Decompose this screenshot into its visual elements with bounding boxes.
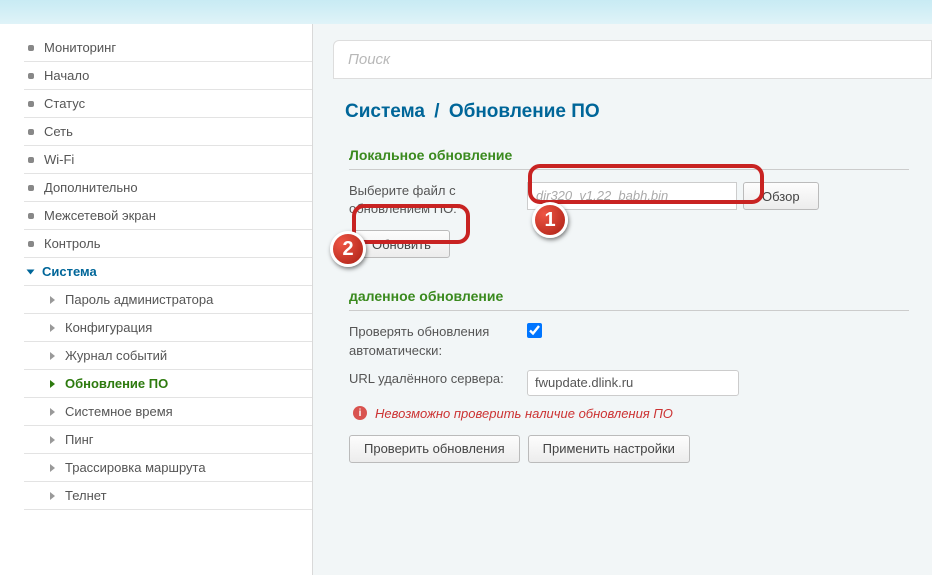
remote-update-section: даленное обновление Проверять обновления… xyxy=(349,288,932,462)
browse-button[interactable]: Обзор xyxy=(743,182,819,210)
sidebar-item-control[interactable]: Контроль xyxy=(24,230,312,258)
sidebar: Мониторинг Начало Статус Сеть Wi-Fi Допо… xyxy=(0,24,313,575)
bullet-icon xyxy=(28,101,34,107)
sidebar-item-status[interactable]: Статус xyxy=(24,90,312,118)
chevron-down-icon xyxy=(27,269,35,274)
bullet-icon xyxy=(28,241,34,247)
top-header-strip xyxy=(0,0,932,24)
file-select-label: Выберите файл с обновлением ПО:* xyxy=(349,182,527,218)
breadcrumb-separator: / xyxy=(434,101,439,122)
chevron-right-icon xyxy=(50,436,55,444)
bullet-icon xyxy=(28,45,34,51)
sidebar-sub-label: Системное время xyxy=(65,404,173,419)
sidebar-item-system[interactable]: Система xyxy=(24,258,312,286)
main-container: Мониторинг Начало Статус Сеть Wi-Fi Допо… xyxy=(0,24,932,575)
file-label-text: Выберите файл с обновлением ПО: xyxy=(349,183,457,216)
chevron-right-icon xyxy=(50,464,55,472)
required-mark: * xyxy=(457,201,462,216)
sidebar-item-label: Межсетевой экран xyxy=(44,208,156,223)
sidebar-sub-configuration[interactable]: Конфигурация xyxy=(24,314,312,342)
local-update-section: Локальное обновление Выберите файл с обн… xyxy=(349,147,932,258)
breadcrumb-current: Обновление ПО xyxy=(449,101,600,122)
sidebar-sub-ping[interactable]: Пинг xyxy=(24,426,312,454)
bullet-icon xyxy=(28,73,34,79)
sidebar-sub-label: Трассировка маршрута xyxy=(65,460,206,475)
bullet-icon xyxy=(28,185,34,191)
sidebar-item-label: Мониторинг xyxy=(44,40,116,55)
breadcrumb: Система / Обновление ПО xyxy=(345,101,932,123)
chevron-right-icon xyxy=(50,492,55,500)
sidebar-item-monitoring[interactable]: Мониторинг xyxy=(24,34,312,62)
bullet-icon xyxy=(28,213,34,219)
chevron-right-icon xyxy=(50,324,55,332)
remote-update-title: даленное обновление xyxy=(349,288,909,311)
bullet-icon xyxy=(28,129,34,135)
sidebar-sub-admin-password[interactable]: Пароль администратора xyxy=(24,286,312,314)
local-update-title: Локальное обновление xyxy=(349,147,909,170)
chevron-right-icon xyxy=(50,296,55,304)
apply-settings-button[interactable]: Применить настройки xyxy=(528,435,690,463)
sidebar-item-firewall[interactable]: Межсетевой экран xyxy=(24,202,312,230)
remote-url-row: URL удалённого сервера: xyxy=(349,370,932,396)
sidebar-sub-label: Обновление ПО xyxy=(65,376,168,391)
auto-check-checkbox[interactable] xyxy=(527,323,542,338)
sidebar-sub-system-time[interactable]: Системное время xyxy=(24,398,312,426)
file-select-row: Выберите файл с обновлением ПО:* dir320_… xyxy=(349,182,932,218)
auto-check-label: Проверять обновления автоматически: xyxy=(349,323,527,359)
breadcrumb-parent[interactable]: Система xyxy=(345,101,425,122)
sidebar-item-network[interactable]: Сеть xyxy=(24,118,312,146)
bullet-icon xyxy=(28,157,34,163)
sidebar-item-label: Контроль xyxy=(44,236,100,251)
sidebar-item-label: Система xyxy=(42,264,97,279)
action-row: Проверить обновления Применить настройки xyxy=(349,435,932,463)
sidebar-sub-firmware-update[interactable]: Обновление ПО xyxy=(24,370,312,398)
sidebar-item-wifi[interactable]: Wi-Fi xyxy=(24,146,312,174)
sidebar-sub-event-log[interactable]: Журнал событий xyxy=(24,342,312,370)
main-panel: Поиск Система / Обновление ПО Локальное … xyxy=(313,24,932,575)
status-text: Невозможно проверить наличие обновления … xyxy=(375,406,673,421)
file-display[interactable]: dir320_v1.22_babh.bin xyxy=(527,182,737,210)
search-input[interactable]: Поиск xyxy=(333,40,932,79)
sidebar-sub-label: Журнал событий xyxy=(65,348,167,363)
status-row: i Невозможно проверить наличие обновлени… xyxy=(349,406,932,421)
remote-url-input[interactable] xyxy=(527,370,739,396)
search-placeholder: Поиск xyxy=(348,51,390,68)
sidebar-sub-label: Пароль администратора xyxy=(65,292,213,307)
sidebar-item-label: Статус xyxy=(44,96,85,111)
chevron-right-icon xyxy=(50,408,55,416)
error-icon: i xyxy=(353,406,367,420)
sidebar-item-label: Начало xyxy=(44,68,89,83)
sidebar-sub-label: Телнет xyxy=(65,488,107,503)
check-updates-button[interactable]: Проверить обновления xyxy=(349,435,520,463)
sidebar-sub-traceroute[interactable]: Трассировка маршрута xyxy=(24,454,312,482)
sidebar-sub-label: Пинг xyxy=(65,432,94,447)
sidebar-sub-telnet[interactable]: Телнет xyxy=(24,482,312,510)
sidebar-sub-label: Конфигурация xyxy=(65,320,152,335)
sidebar-item-label: Wi-Fi xyxy=(44,152,74,167)
chevron-right-icon xyxy=(50,352,55,360)
auto-check-row: Проверять обновления автоматически: xyxy=(349,323,932,359)
sidebar-item-label: Сеть xyxy=(44,124,73,139)
update-button[interactable]: Обновить xyxy=(353,230,450,258)
remote-url-label: URL удалённого сервера: xyxy=(349,370,527,388)
sidebar-item-start[interactable]: Начало xyxy=(24,62,312,90)
sidebar-item-advanced[interactable]: Дополнительно xyxy=(24,174,312,202)
sidebar-item-label: Дополнительно xyxy=(44,180,138,195)
chevron-right-icon xyxy=(50,380,55,388)
file-input-wrap: dir320_v1.22_babh.bin Обзор xyxy=(527,182,819,210)
